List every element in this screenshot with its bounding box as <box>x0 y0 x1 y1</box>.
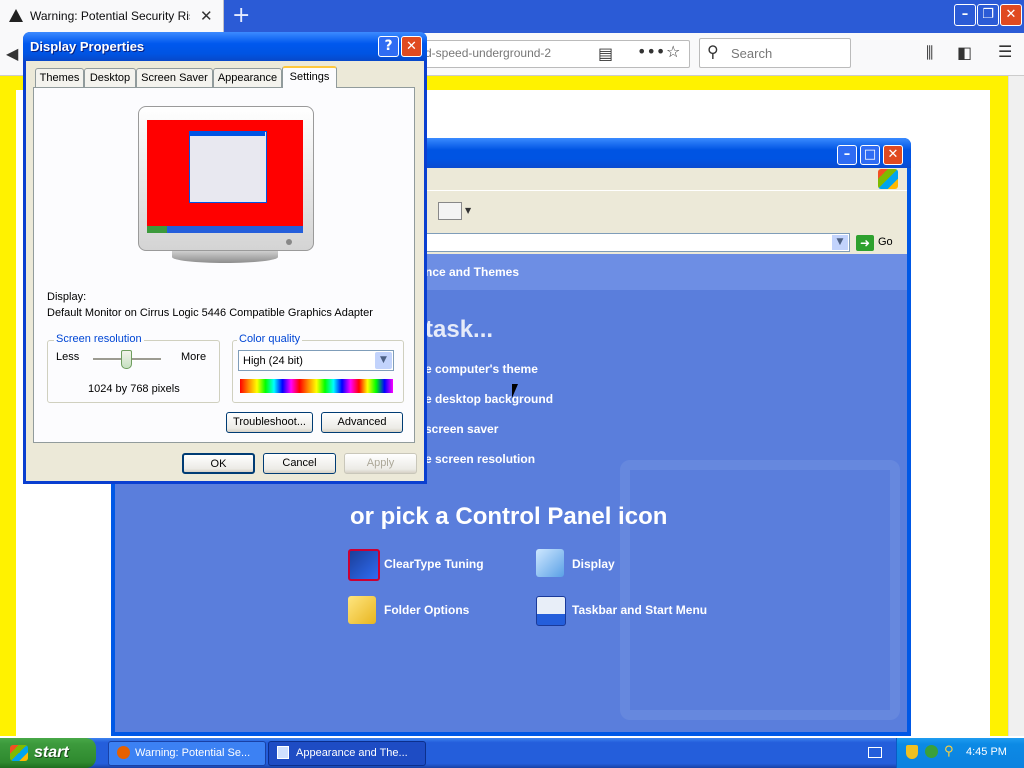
taskbar-item-appearance-label: Appearance and The... <box>296 747 408 759</box>
windows-flag-icon <box>878 169 898 189</box>
back-icon[interactable]: ◀ <box>6 44 18 63</box>
firefox-icon <box>117 746 130 759</box>
clock: 4:45 PM <box>966 746 1007 758</box>
menu-icon[interactable]: ☰ <box>998 42 1012 61</box>
views-icon[interactable] <box>438 202 462 220</box>
go-arrow-icon[interactable]: ➜ <box>856 235 874 251</box>
preview-taskbar <box>147 226 303 233</box>
browser-tab-title: Warning: Potential Security Risk Ahead <box>30 9 190 23</box>
advanced-button[interactable]: Advanced <box>321 412 403 433</box>
screen-resolution-legend: Screen resolution <box>54 333 144 345</box>
display-label: Display: <box>47 291 87 303</box>
resolution-less-label: Less <box>56 351 80 363</box>
search-icon: ⚲ <box>707 42 719 61</box>
cp-address-field[interactable] <box>420 233 850 252</box>
cp-icon-cleartype[interactable]: ClearType Tuning <box>384 557 484 571</box>
troubleshoot-button[interactable]: Troubleshoot... <box>226 412 313 433</box>
network-icon[interactable] <box>925 745 938 758</box>
search-tray-icon[interactable]: ⚲ <box>944 744 954 759</box>
views-dropdown-icon[interactable]: ▼ <box>465 206 471 215</box>
tab-settings[interactable]: Settings <box>282 66 337 88</box>
new-tab-icon[interactable]: + <box>232 3 250 28</box>
color-spectrum-bar <box>240 379 393 393</box>
taskbar-start-menu-icon[interactable] <box>536 596 566 626</box>
page-actions-icon[interactable]: ••• <box>637 42 665 61</box>
cp-close-button[interactable]: ✕ <box>883 145 903 165</box>
monitor-stand <box>172 251 278 263</box>
library-icon[interactable]: ⫼ <box>926 43 933 63</box>
color-quality-value: High (24 bit) <box>243 355 303 367</box>
close-tab-icon[interactable]: ✕ <box>200 7 213 25</box>
windows-logo-icon <box>10 745 28 761</box>
sidebar-icon[interactable]: ◧ <box>957 43 972 62</box>
cancel-button[interactable]: Cancel <box>263 453 336 474</box>
search-placeholder: Search <box>731 46 773 61</box>
control-panel-icon <box>277 746 289 759</box>
task-link-screen-resolution[interactable]: e screen resolution <box>425 452 535 466</box>
keyboard-icon[interactable] <box>868 747 882 758</box>
url-text: d-speed-underground-2 <box>425 46 552 60</box>
minimize-browser-button[interactable]: – <box>954 4 976 26</box>
restore-browser-button[interactable]: ❐ <box>977 4 999 26</box>
bookmark-star-icon[interactable]: ☆ <box>666 42 680 61</box>
cp-maximize-button[interactable]: □ <box>860 145 880 165</box>
go-button[interactable]: Go <box>878 236 893 248</box>
tab-appearance[interactable]: Appearance <box>213 68 282 87</box>
dialog-title: Display Properties <box>30 39 145 54</box>
tab-desktop[interactable]: Desktop <box>84 68 136 87</box>
resolution-more-label: More <box>181 351 207 363</box>
preview-window-titlebar <box>189 131 265 136</box>
monitor-power-icon <box>286 239 292 245</box>
address-dropdown-icon[interactable]: ▼ <box>832 235 848 250</box>
task-link-desktop-background[interactable]: e desktop background <box>425 392 553 406</box>
tab-screen-saver[interactable]: Screen Saver <box>136 68 213 87</box>
warning-icon <box>9 9 23 22</box>
cp-icon-taskbar-start-menu[interactable]: Taskbar and Start Menu <box>572 603 707 617</box>
task-link-screen-saver[interactable]: screen saver <box>425 422 498 436</box>
task-link-theme[interactable]: e computer's theme <box>425 362 538 376</box>
cp-minimize-button[interactable]: – <box>837 145 857 165</box>
cleartype-icon[interactable] <box>348 549 380 581</box>
display-value: Default Monitor on Cirrus Logic 5446 Com… <box>47 307 373 319</box>
dialog-close-button[interactable]: ✕ <box>401 36 422 57</box>
resolution-value: 1024 by 768 pixels <box>88 383 180 395</box>
reader-view-icon[interactable]: ▤ <box>598 44 613 63</box>
color-quality-legend: Color quality <box>237 333 303 345</box>
apply-button[interactable]: Apply <box>344 453 417 474</box>
cp-icon-display[interactable]: Display <box>572 557 615 571</box>
security-shield-icon[interactable] <box>906 745 918 759</box>
preview-start-button <box>147 226 167 233</box>
mouse-cursor-icon <box>512 384 518 398</box>
background-watermark <box>620 460 900 720</box>
search-box[interactable] <box>699 38 851 68</box>
cp-icon-folder-options[interactable]: Folder Options <box>384 603 469 617</box>
cp-breadcrumb: nce and Themes <box>425 265 520 279</box>
resolution-slider-thumb[interactable] <box>121 350 132 369</box>
color-quality-dropdown-icon[interactable]: ▼ <box>375 352 392 369</box>
taskbar-item-firefox-label: Warning: Potential Se... <box>135 747 251 759</box>
help-button[interactable]: ? <box>378 36 399 57</box>
tab-themes[interactable]: Themes <box>35 68 84 87</box>
page-scrollbar[interactable] <box>1008 76 1024 736</box>
pick-icon-heading: or pick a Control Panel icon <box>350 503 668 530</box>
close-browser-button[interactable]: ✕ <box>1000 4 1022 26</box>
ok-button[interactable]: OK <box>182 453 255 474</box>
folder-options-icon[interactable] <box>348 596 376 624</box>
preview-window <box>189 131 267 203</box>
display-icon[interactable] <box>536 549 564 577</box>
start-label: start <box>34 744 69 761</box>
